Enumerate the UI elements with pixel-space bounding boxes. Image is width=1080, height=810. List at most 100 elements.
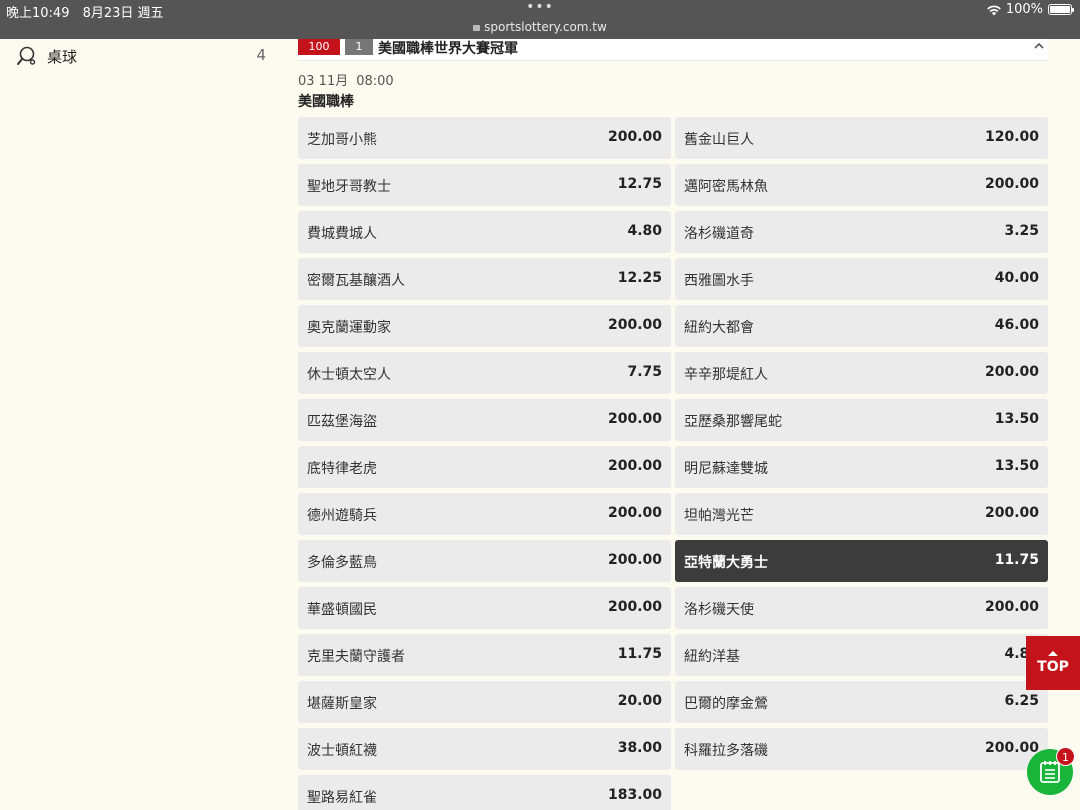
team-name: 克里夫蘭守護者 (307, 649, 405, 665)
odds-option[interactable]: 科羅拉多落磯 200.00 (675, 728, 1048, 770)
odds-value: 12.75 (617, 176, 662, 192)
event-title: 美國職棒世界大賽冠軍 (378, 41, 518, 57)
battery-percent: 100% (1005, 2, 1043, 17)
team-name: 華盛頓國民 (307, 602, 377, 618)
odds-option[interactable]: 克里夫蘭守護者 11.75 (298, 634, 671, 676)
odds-option[interactable]: 休士頓太空人 7.75 (298, 352, 671, 394)
odds-option[interactable]: 辛辛那堤紅人 200.00 (675, 352, 1048, 394)
team-name: 紐約大都會 (684, 320, 754, 336)
team-name: 德州遊騎兵 (307, 508, 377, 524)
team-name: 辛辛那堤紅人 (684, 367, 768, 383)
odds-value: 200.00 (984, 740, 1039, 756)
sidebar-item-label: 桌球 (47, 48, 78, 66)
odds-value: 11.75 (617, 646, 662, 662)
team-name: 西雅圖水手 (684, 273, 754, 289)
team-name: 明尼蘇達雙城 (684, 461, 768, 477)
odds-option[interactable]: 亞歷桑那響尾蛇 13.50 (675, 399, 1048, 441)
odds-value: 13.50 (994, 458, 1039, 474)
chevron-up-icon[interactable] (1032, 39, 1046, 53)
odds-value: 11.75 (994, 552, 1039, 568)
odds-option[interactable]: 匹茲堡海盜 200.00 (298, 399, 671, 441)
odds-option[interactable]: 底特律老虎 200.00 (298, 446, 671, 488)
odds-option[interactable]: 西雅圖水手 40.00 (675, 258, 1048, 300)
odds-option[interactable]: 舊金山巨人 120.00 (675, 117, 1048, 159)
team-name: 匹茲堡海盜 (307, 414, 377, 430)
odds-option[interactable]: 亞特蘭大勇士 11.75 (675, 540, 1048, 582)
more-dots-icon[interactable]: ••• (0, 0, 1080, 14)
odds-option[interactable]: 巴爾的摩金鶯 6.25 (675, 681, 1048, 723)
odds-option[interactable]: 費城費城人 4.80 (298, 211, 671, 253)
team-name: 底特律老虎 (307, 461, 377, 477)
bet-slip-count-badge: 1 (1056, 747, 1075, 766)
odds-option[interactable]: 芝加哥小熊 200.00 (298, 117, 671, 159)
sidebar-item-count: 4 (256, 46, 266, 64)
odds-option[interactable]: 堪薩斯皇家 20.00 (298, 681, 671, 723)
odds-option[interactable]: 德州遊騎兵 200.00 (298, 493, 671, 535)
odds-option[interactable]: 多倫多藍鳥 200.00 (298, 540, 671, 582)
odds-value: 12.25 (617, 270, 662, 286)
team-name: 紐約洋基 (684, 649, 740, 665)
odds-option[interactable]: 明尼蘇達雙城 13.50 (675, 446, 1048, 488)
odds-value: 200.00 (984, 599, 1039, 615)
team-name: 亞歷桑那響尾蛇 (684, 414, 782, 430)
wifi-icon (987, 5, 1001, 15)
odds-value: 200.00 (607, 317, 662, 333)
event-time: 08:00 (356, 74, 394, 89)
team-name: 洛杉磯天使 (684, 602, 754, 618)
scroll-top-label: TOP (1037, 659, 1069, 675)
status-bar: 晚上10:49 8月23日 週五 ••• sportslottery.com.t… (0, 0, 1080, 39)
odds-value: 200.00 (607, 505, 662, 521)
main-content: 100 1 美國職棒世界大賽冠軍 03 11月 08:00 美國職棒 芝加哥小熊 2… (290, 39, 1080, 810)
url-bar[interactable]: sportslottery.com.tw (0, 20, 1080, 34)
event-code-badge: 100 (298, 39, 340, 55)
url-text: sportslottery.com.tw (484, 20, 607, 34)
odds-value: 120.00 (984, 129, 1039, 145)
odds-value: 183.00 (607, 787, 662, 803)
team-name: 休士頓太空人 (307, 367, 391, 383)
odds-option[interactable]: 聖地牙哥教士 12.75 (298, 164, 671, 206)
odds-value: 200.00 (607, 411, 662, 427)
arrow-up-icon (1048, 651, 1058, 656)
event-number-badge: 1 (345, 39, 373, 55)
odds-option[interactable]: 坦帕灣光芒 200.00 (675, 493, 1048, 535)
team-name: 亞特蘭大勇士 (684, 555, 768, 571)
team-name: 舊金山巨人 (684, 132, 754, 148)
odds-option[interactable]: 紐約洋基 4.80 (675, 634, 1048, 676)
odds-option[interactable]: 洛杉磯道奇 3.25 (675, 211, 1048, 253)
team-name: 巴爾的摩金鶯 (684, 696, 768, 712)
odds-value: 4.80 (627, 223, 662, 239)
event-date: 03 11月 (298, 74, 349, 89)
odds-option[interactable]: 洛杉磯天使 200.00 (675, 587, 1048, 629)
odds-value: 46.00 (994, 317, 1039, 333)
table-tennis-icon (17, 46, 36, 65)
odds-value: 200.00 (607, 599, 662, 615)
odds-value: 200.00 (607, 552, 662, 568)
league-name: 美國職棒 (298, 94, 354, 110)
event-header[interactable]: 100 1 美國職棒世界大賽冠軍 (298, 39, 1048, 61)
odds-value: 200.00 (607, 129, 662, 145)
bet-slip-icon (1040, 761, 1060, 783)
scroll-top-button[interactable]: TOP (1026, 636, 1080, 690)
odds-option[interactable]: 邁阿密馬林魚 200.00 (675, 164, 1048, 206)
odds-option[interactable]: 奧克蘭運動家 200.00 (298, 305, 671, 347)
odds-option[interactable]: 紐約大都會 46.00 (675, 305, 1048, 347)
odds-option[interactable]: 聖路易紅雀 183.00 (298, 775, 671, 810)
odds-option[interactable]: 密爾瓦基釀酒人 12.25 (298, 258, 671, 300)
odds-value: 200.00 (984, 364, 1039, 380)
team-name: 奧克蘭運動家 (307, 320, 391, 336)
odds-option[interactable]: 波士頓紅襪 38.00 (298, 728, 671, 770)
team-name: 波士頓紅襪 (307, 743, 377, 759)
team-name: 密爾瓦基釀酒人 (307, 273, 405, 289)
team-name: 洛杉磯道奇 (684, 226, 754, 242)
team-name: 科羅拉多落磯 (684, 743, 768, 759)
team-name: 堪薩斯皇家 (307, 696, 377, 712)
sidebar-item-table-tennis[interactable]: 桌球 4 (0, 39, 290, 71)
odds-value: 40.00 (994, 270, 1039, 286)
odds-option[interactable]: 華盛頓國民 200.00 (298, 587, 671, 629)
team-name: 芝加哥小熊 (307, 132, 377, 148)
odds-value: 200.00 (984, 505, 1039, 521)
team-name: 費城費城人 (307, 226, 377, 242)
team-name: 聖路易紅雀 (307, 790, 377, 806)
odds-value: 3.25 (1004, 223, 1039, 239)
team-name: 邁阿密馬林魚 (684, 179, 768, 195)
